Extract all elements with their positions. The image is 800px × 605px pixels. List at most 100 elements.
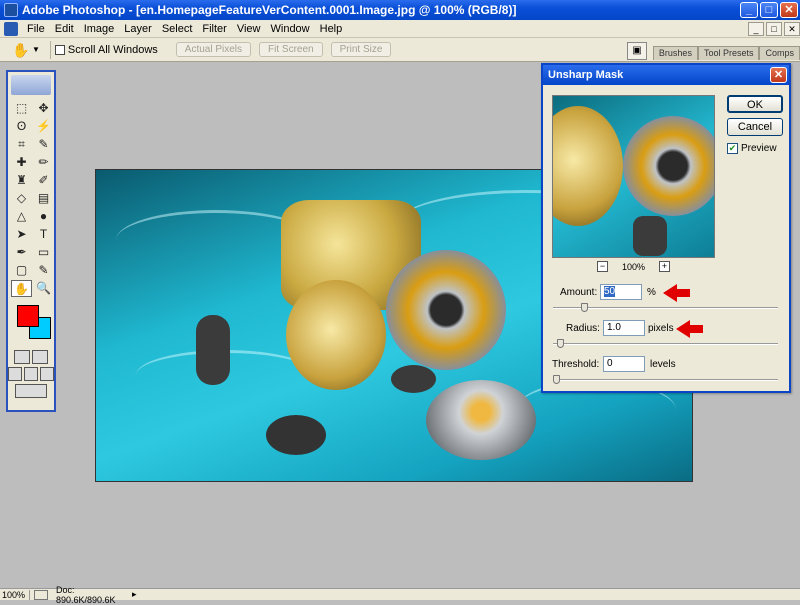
menu-help[interactable]: Help xyxy=(315,23,348,35)
palette-well: ▣ Brushes Tool Presets Comps xyxy=(626,40,800,60)
ok-button[interactable]: OK xyxy=(727,95,783,113)
maximize-button[interactable]: □ xyxy=(760,2,778,18)
jump-to-imageready xyxy=(8,384,54,398)
amount-slider-thumb[interactable] xyxy=(581,303,588,312)
print-size-button[interactable]: Print Size xyxy=(330,42,392,57)
status-info-icon[interactable] xyxy=(34,589,48,600)
zoom-out-button[interactable]: − xyxy=(597,261,608,272)
adobe-feather-icon[interactable] xyxy=(11,75,51,95)
amount-input[interactable]: 50 xyxy=(600,284,642,300)
zoom-level[interactable]: 100% xyxy=(0,589,30,600)
preview-checkbox[interactable]: ✔ xyxy=(727,143,738,154)
menu-file[interactable]: File xyxy=(22,23,50,35)
cancel-button[interactable]: Cancel xyxy=(727,118,783,136)
imageready-icon[interactable] xyxy=(15,384,47,398)
tab-brushes[interactable]: Brushes xyxy=(652,46,698,60)
scroll-all-windows-checkbox[interactable] xyxy=(54,44,65,55)
full-screen-menu-mode-icon[interactable] xyxy=(24,367,38,381)
unsharp-mask-dialog: Unsharp Mask ✕ OK Cancel ✔ Preview − 100… xyxy=(541,63,791,393)
document-size: Doc: 890.6K/890.6K xyxy=(56,584,116,605)
threshold-label: Threshold: xyxy=(552,359,600,370)
hand-tool-selected-icon[interactable]: ✋ xyxy=(11,280,32,297)
close-button[interactable]: ✕ xyxy=(780,2,798,18)
actual-pixels-button[interactable]: Actual Pixels xyxy=(175,42,252,57)
filter-preview-pane[interactable] xyxy=(552,95,715,258)
threshold-slider-thumb[interactable] xyxy=(553,375,560,384)
threshold-slider-track[interactable] xyxy=(553,375,778,384)
blur-tool-icon[interactable]: △ xyxy=(11,208,32,225)
preview-gold-reel xyxy=(553,106,623,226)
history-brush-tool-icon[interactable]: ✐ xyxy=(33,172,54,189)
doc-close-button[interactable]: ✕ xyxy=(784,21,800,36)
zoom-tool-icon[interactable]: 🔍 xyxy=(33,280,54,297)
eraser-tool-icon[interactable]: ◇ xyxy=(11,190,32,207)
red-arrow-annotation xyxy=(676,320,703,338)
menu-window[interactable]: Window xyxy=(266,23,315,35)
slice-tool-icon[interactable]: ✎ xyxy=(33,136,54,153)
document-window-controls: _ □ ✕ xyxy=(746,21,800,36)
type-tool-icon[interactable]: T xyxy=(33,226,54,243)
preview-label: Preview xyxy=(741,143,777,154)
preview-zoom-level: 100% xyxy=(622,261,646,272)
file-browser-icon[interactable]: ▣ xyxy=(626,42,647,60)
menu-image[interactable]: Image xyxy=(79,23,120,35)
window-titlebar: Adobe Photoshop - [en.HomepageFeatureVer… xyxy=(0,0,800,20)
reel-handle-knob xyxy=(391,365,436,393)
screen-mode-controls xyxy=(8,367,54,381)
clone-stamp-tool-icon[interactable]: ♜ xyxy=(11,172,32,189)
shape-tool-icon[interactable]: ▭ xyxy=(33,244,54,261)
gradient-tool-icon[interactable]: ▤ xyxy=(33,190,54,207)
tab-tool-presets[interactable]: Tool Presets xyxy=(697,46,760,60)
hand-tool-icon[interactable]: ✋ xyxy=(12,41,30,59)
path-selection-tool-icon[interactable]: ➤ xyxy=(11,226,32,243)
foreground-color-swatch[interactable] xyxy=(17,305,39,327)
brush-tool-icon[interactable]: ✏ xyxy=(33,154,54,171)
scroll-all-windows-label: Scroll All Windows xyxy=(67,43,158,56)
baitcaster-reel xyxy=(426,380,536,460)
healing-brush-tool-icon[interactable]: ✚ xyxy=(11,154,32,171)
doc-restore-button[interactable]: □ xyxy=(766,21,782,36)
minimize-button[interactable]: _ xyxy=(740,2,758,18)
mask-mode-controls xyxy=(8,350,54,364)
dialog-titlebar: Unsharp Mask ✕ xyxy=(543,65,789,85)
toolbox: ⬚ ✥ ʘ ⚡ ⌗ ✎ ✚ ✏ ♜ ✐ ◇ ▤ △ ● ➤ T ✒ ▭ ▢ ✎ … xyxy=(6,70,56,412)
menu-filter[interactable]: Filter xyxy=(197,23,231,35)
quick-mask-mode-icon[interactable] xyxy=(32,350,48,364)
marquee-tool-icon[interactable]: ⬚ xyxy=(11,100,32,117)
threshold-input[interactable]: 0 xyxy=(603,356,645,372)
status-menu-arrow[interactable]: ▸ xyxy=(132,589,142,600)
standard-screen-mode-icon[interactable] xyxy=(8,367,22,381)
full-screen-mode-icon[interactable] xyxy=(40,367,54,381)
lasso-tool-icon[interactable]: ʘ xyxy=(11,118,32,135)
radius-slider-track[interactable] xyxy=(553,339,778,348)
reel-handle-knob xyxy=(196,315,230,385)
document-icon[interactable] xyxy=(4,21,18,36)
radius-input[interactable]: 1.0 xyxy=(603,320,645,336)
doc-minimize-button[interactable]: _ xyxy=(748,21,764,36)
radius-slider-thumb[interactable] xyxy=(557,339,564,348)
crop-tool-icon[interactable]: ⌗ xyxy=(11,136,32,153)
magic-wand-tool-icon[interactable]: ⚡ xyxy=(33,118,54,135)
tool-grid: ⬚ ✥ ʘ ⚡ ⌗ ✎ ✚ ✏ ♜ ✐ ◇ ▤ △ ● ➤ T ✒ ▭ ▢ ✎ … xyxy=(8,98,54,299)
window-title: Adobe Photoshop - [en.HomepageFeatureVer… xyxy=(22,3,517,17)
pen-tool-icon[interactable]: ✒ xyxy=(11,244,32,261)
amount-value: 50 xyxy=(604,286,616,297)
menu-view[interactable]: View xyxy=(232,23,266,35)
eyedropper-tool-icon[interactable]: ✎ xyxy=(33,262,54,279)
status-bar: 100% Doc: 890.6K/890.6K ▸ xyxy=(0,585,800,605)
dodge-tool-icon[interactable]: ● xyxy=(33,208,54,225)
preview-handle-knob xyxy=(633,216,667,256)
reel-handle-knob xyxy=(266,415,326,455)
menu-select[interactable]: Select xyxy=(157,23,198,35)
move-tool-icon[interactable]: ✥ xyxy=(33,100,54,117)
menu-edit[interactable]: Edit xyxy=(50,23,79,35)
dialog-close-button[interactable]: ✕ xyxy=(770,67,787,83)
tool-preset-dropdown-icon[interactable]: ▼ xyxy=(32,45,40,54)
amount-slider-track[interactable] xyxy=(553,303,778,312)
tab-comps[interactable]: Comps xyxy=(759,46,800,60)
standard-mode-icon[interactable] xyxy=(14,350,30,364)
fit-screen-button[interactable]: Fit Screen xyxy=(259,42,323,57)
notes-tool-icon[interactable]: ▢ xyxy=(11,262,32,279)
zoom-in-button[interactable]: + xyxy=(659,261,671,272)
menu-layer[interactable]: Layer xyxy=(119,23,157,35)
